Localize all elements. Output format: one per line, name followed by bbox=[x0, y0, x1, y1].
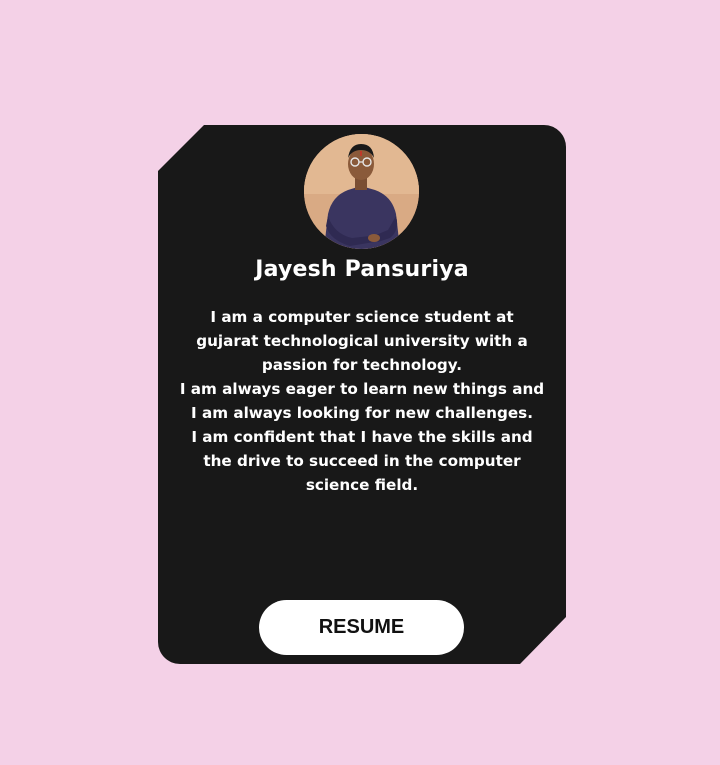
bio-paragraph: I am confident that I have the skills an… bbox=[191, 428, 533, 494]
bio-paragraph: I am always eager to learn new things an… bbox=[179, 380, 545, 422]
bio-paragraph: I am a computer science student at gujar… bbox=[196, 308, 528, 374]
person-photo-icon bbox=[304, 134, 419, 249]
profile-bio: I am a computer science student at gujar… bbox=[178, 305, 546, 497]
profile-avatar bbox=[304, 134, 419, 249]
profile-card: Jayesh Pansuriya I am a computer science… bbox=[158, 125, 566, 664]
resume-button[interactable]: RESUME bbox=[259, 600, 464, 655]
profile-name: Jayesh Pansuriya bbox=[255, 257, 469, 282]
